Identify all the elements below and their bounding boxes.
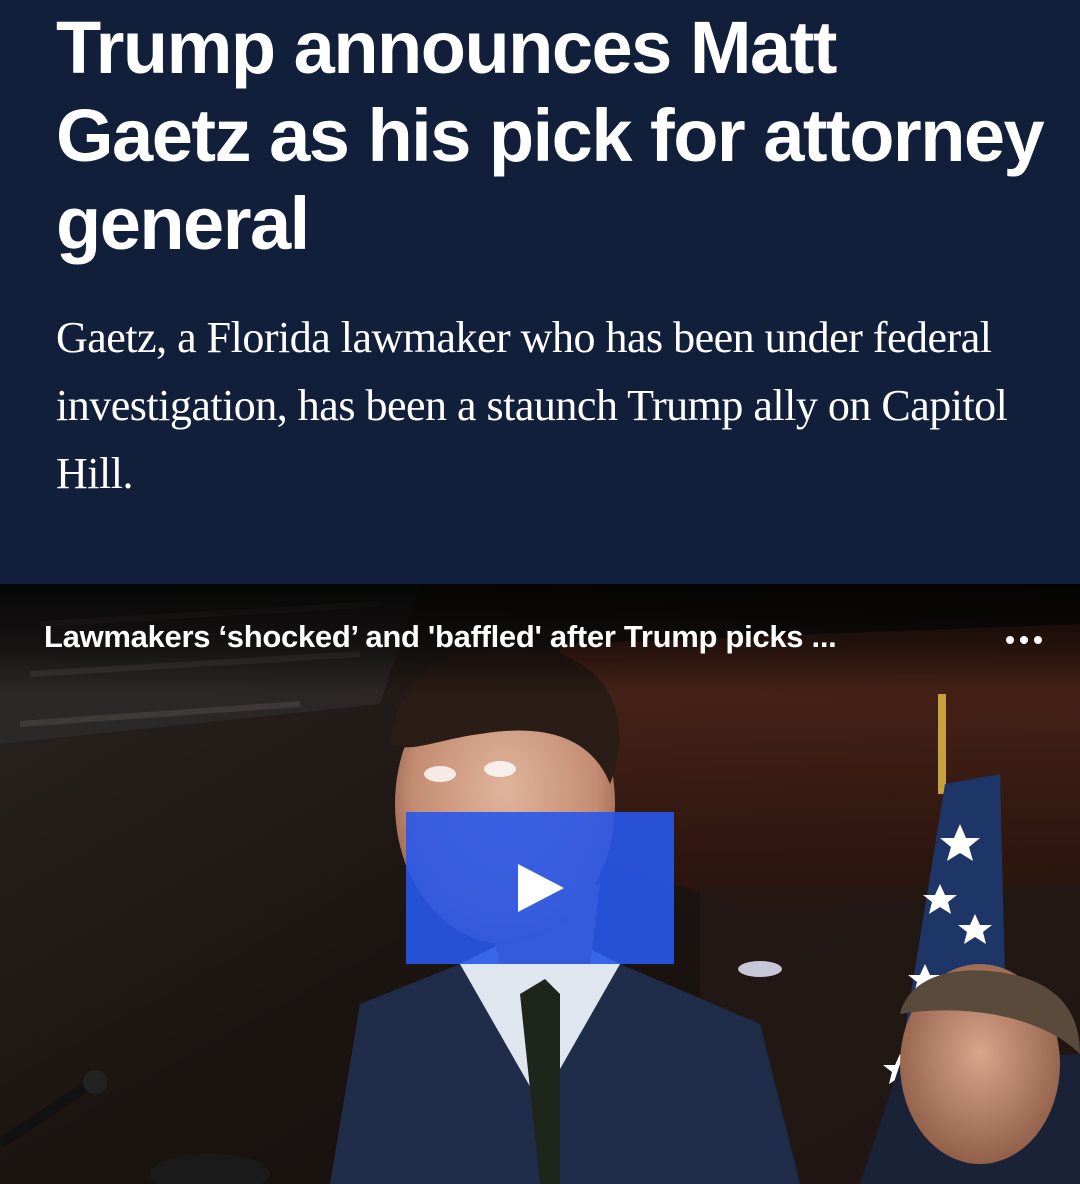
article-dek: Gaetz, a Florida lawmaker who has been u… (56, 313, 1008, 498)
article-header: Trump announces Matt Gaetz as his pick f… (0, 0, 1080, 584)
play-icon (518, 864, 564, 912)
play-button[interactable] (406, 812, 674, 964)
article-headline: Trump announces Matt Gaetz as his pick f… (56, 6, 1045, 265)
more-horizontal-icon (1006, 636, 1042, 644)
video-title-bar: Lawmakers ‘shocked’ and 'baffled' after … (0, 584, 1080, 694)
video-player[interactable]: Lawmakers ‘shocked’ and 'baffled' after … (0, 584, 1080, 1184)
video-title[interactable]: Lawmakers ‘shocked’ and 'baffled' after … (44, 618, 924, 656)
more-options-button[interactable] (996, 620, 1052, 660)
